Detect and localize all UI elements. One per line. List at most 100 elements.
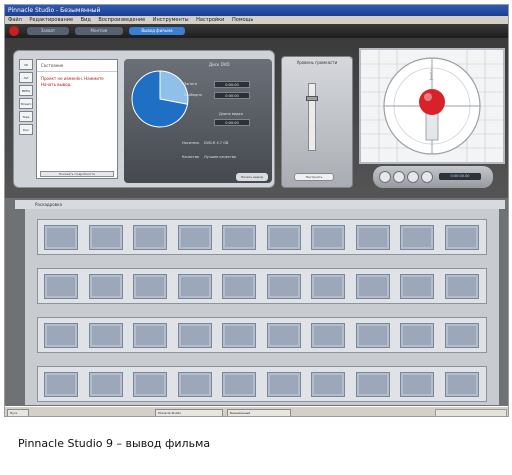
- side-tab-avi[interactable]: AVI: [19, 72, 33, 83]
- tab-edit[interactable]: Монтаж: [75, 27, 123, 35]
- play-icon[interactable]: [393, 171, 405, 183]
- storyboard-slot[interactable]: [222, 274, 256, 299]
- start-output-button[interactable]: Начать вывод: [236, 173, 268, 181]
- storyboard-slot[interactable]: [133, 274, 167, 299]
- forward-icon[interactable]: [407, 171, 419, 183]
- details-button[interactable]: Показать подробности: [40, 171, 114, 177]
- figure-caption: Pinnacle Studio 9 – вывод фильма: [18, 437, 211, 450]
- storyboard-slot[interactable]: [444, 274, 479, 299]
- free-label: Свободно: [184, 93, 202, 97]
- menu-settings[interactable]: Настройки: [196, 17, 224, 23]
- tab-make-movie[interactable]: Вывод фильма: [129, 27, 185, 35]
- volume-slider-thumb[interactable]: [306, 96, 318, 101]
- system-tray: [435, 409, 507, 416]
- quality-value: Лучшее качество: [204, 155, 237, 159]
- storyboard-slot[interactable]: [222, 372, 256, 397]
- storyboard-slot[interactable]: [311, 323, 345, 348]
- taskbar-doc-button[interactable]: Безымянный: [227, 409, 291, 416]
- storyboard-slot[interactable]: [266, 225, 301, 250]
- length-value: 0:00:00: [214, 119, 250, 126]
- storyboard-slot[interactable]: [400, 274, 434, 299]
- status-box: Состояние Проект не изменён. Нажмите Нач…: [36, 59, 118, 179]
- menu-playback[interactable]: Воспроизведение: [98, 17, 145, 23]
- free-value: 0:00:00: [214, 92, 250, 99]
- media-value: DVD-R 4.7 GB: [204, 141, 229, 145]
- storyboard-title: Раскадровка: [15, 200, 505, 209]
- menu-help[interactable]: Помощь: [232, 17, 253, 23]
- storyboard-slot[interactable]: [311, 225, 345, 250]
- storyboard-slot[interactable]: [311, 274, 345, 299]
- application-window: Pinnacle Studio - Безымянный Файл Редакт…: [4, 4, 509, 417]
- storyboard-slot[interactable]: [44, 225, 78, 250]
- used-label: Занято: [184, 82, 197, 86]
- workspace: 3D AVI MPEG Stream Tape Disc Состояние П…: [5, 38, 508, 198]
- disc-usage-pie: [131, 70, 189, 128]
- quality-label: Качество: [182, 155, 200, 159]
- taskbar-app-button[interactable]: Pinnacle Studio: [155, 409, 223, 416]
- output-panel: 3D AVI MPEG Stream Tape Disc Состояние П…: [13, 50, 275, 188]
- storyboard-slot[interactable]: [177, 225, 212, 250]
- storyboard-slot[interactable]: [133, 372, 167, 397]
- rewind-icon[interactable]: [379, 171, 391, 183]
- used-value: 0:00:00: [214, 81, 250, 88]
- storyboard-area: Раскадровка: [5, 198, 508, 406]
- storyboard-row: [37, 317, 487, 353]
- test-card-image: i: [361, 50, 503, 162]
- storyboard-slot[interactable]: [444, 225, 479, 250]
- menu-tools[interactable]: Инструменты: [153, 17, 189, 23]
- side-tab-disc[interactable]: Disc: [19, 124, 33, 135]
- storyboard-slot[interactable]: [44, 274, 78, 299]
- volume-settings-button[interactable]: Настроить: [294, 173, 334, 181]
- title-bar: Pinnacle Studio - Безымянный: [5, 5, 508, 16]
- volume-panel: Уровень громкости Настроить: [281, 56, 353, 188]
- storyboard-slot[interactable]: [266, 323, 301, 348]
- storyboard-slot[interactable]: [44, 323, 78, 348]
- storyboard-slot[interactable]: [400, 372, 434, 397]
- storyboard-slot[interactable]: [222, 323, 256, 348]
- volume-slider[interactable]: [306, 83, 318, 151]
- player-controls: 0:00:00.00: [373, 166, 493, 188]
- storyboard-row: [37, 268, 487, 304]
- side-tab-tape[interactable]: Tape: [19, 111, 33, 122]
- storyboard-slot[interactable]: [88, 225, 123, 250]
- mode-bar: Захват Монтаж Вывод фильма: [5, 24, 508, 38]
- storyboard-slot[interactable]: [88, 372, 123, 397]
- loop-icon[interactable]: [421, 171, 433, 183]
- storyboard-slot[interactable]: [355, 274, 390, 299]
- storyboard-slot[interactable]: [44, 372, 78, 397]
- storyboard-slot[interactable]: [88, 274, 123, 299]
- storyboard-slot[interactable]: [266, 274, 301, 299]
- menu-file[interactable]: Файл: [8, 17, 22, 23]
- time-display: 0:00:00.00: [439, 173, 481, 180]
- storyboard-slot[interactable]: [400, 323, 434, 348]
- side-tab-mpeg[interactable]: MPEG: [19, 85, 33, 96]
- storyboard-slot[interactable]: [266, 372, 301, 397]
- storyboard-slot[interactable]: [444, 372, 479, 397]
- start-button[interactable]: Пуск: [7, 409, 29, 416]
- pinnacle-logo-icon: [9, 26, 19, 36]
- storyboard-slot[interactable]: [444, 323, 479, 348]
- storyboard-slot[interactable]: [400, 225, 434, 250]
- status-message: Проект не изменён. Нажмите Начать вывод.: [41, 76, 104, 87]
- tab-capture[interactable]: Захват: [27, 27, 69, 35]
- storyboard-slot[interactable]: [311, 372, 345, 397]
- media-label: Носитель: [182, 141, 200, 145]
- storyboard-slot[interactable]: [88, 323, 123, 348]
- menu-bar: Файл Редактирование Вид Воспроизведение …: [5, 16, 508, 24]
- storyboard-slot[interactable]: [177, 372, 212, 397]
- storyboard-slot[interactable]: [133, 323, 167, 348]
- storyboard-slot[interactable]: [177, 323, 212, 348]
- storyboard-slot[interactable]: [177, 274, 212, 299]
- menu-edit[interactable]: Редактирование: [29, 17, 73, 23]
- storyboard: [25, 209, 499, 405]
- side-tab-stream[interactable]: Stream: [19, 98, 33, 109]
- side-tab-3d[interactable]: 3D: [19, 59, 33, 70]
- storyboard-slot[interactable]: [355, 323, 390, 348]
- storyboard-slot[interactable]: [355, 225, 390, 250]
- status-title: Состояние: [37, 60, 117, 72]
- storyboard-slot[interactable]: [355, 372, 390, 397]
- storyboard-slot[interactable]: [133, 225, 167, 250]
- menu-view[interactable]: Вид: [81, 17, 91, 23]
- storyboard-row: [37, 219, 487, 255]
- storyboard-slot[interactable]: [222, 225, 256, 250]
